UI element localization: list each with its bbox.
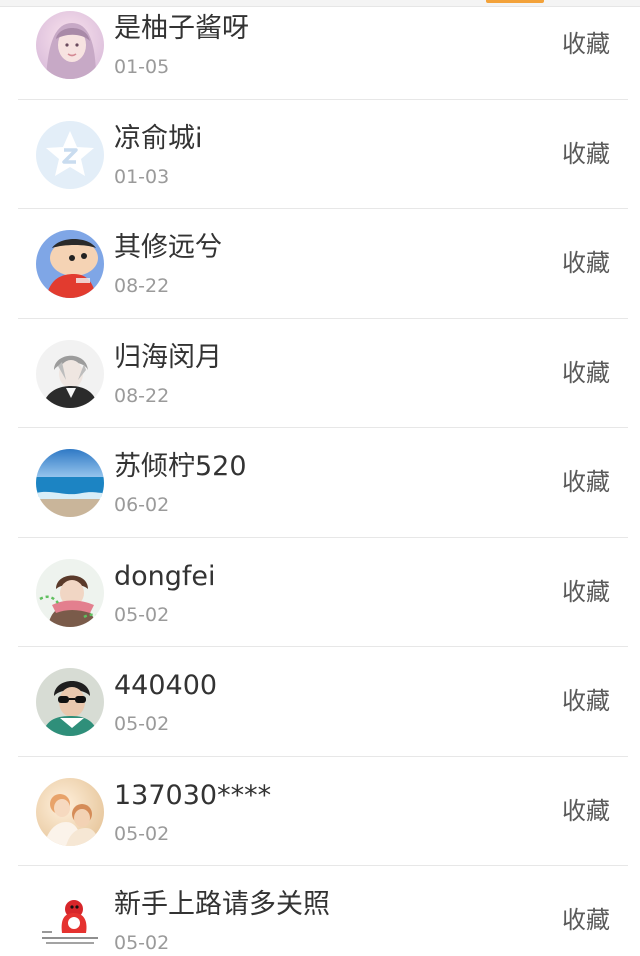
cartoon-boy-avatar-icon[interactable]	[36, 230, 104, 298]
man-sunglasses-avatar-icon[interactable]	[36, 668, 104, 736]
item-date: 01-05	[114, 56, 170, 78]
list-item[interactable]: 归海闵月 08-22 收藏	[0, 319, 640, 429]
user-name[interactable]: 其修远兮	[114, 231, 222, 265]
girl-portrait-avatar-icon[interactable]	[36, 11, 104, 79]
item-date: 06-02	[114, 494, 170, 516]
user-name[interactable]: 137030****	[114, 779, 271, 813]
item-date: 05-02	[114, 713, 170, 735]
boy-scarf-avatar-icon[interactable]	[36, 558, 104, 627]
list-item[interactable]: 苏倾柠520 06-02 收藏	[0, 428, 640, 538]
user-name[interactable]: dongfei	[114, 560, 216, 594]
list-item[interactable]: 440400 05-02 收藏	[0, 647, 640, 757]
favorite-button[interactable]: 收藏	[562, 28, 610, 60]
user-name[interactable]: 新手上路请多关照	[114, 888, 330, 922]
favorite-button[interactable]: 收藏	[562, 904, 610, 936]
list-item[interactable]: 其修远兮 08-22 收藏	[0, 209, 640, 319]
item-date: 08-22	[114, 384, 170, 407]
list-item[interactable]: 凉俞城i 01-03 收藏	[0, 100, 640, 210]
user-name[interactable]: 凉俞城i	[114, 122, 203, 156]
list-item[interactable]: 新手上路请多关照 05-02 收藏	[0, 866, 640, 956]
favorite-button[interactable]: 收藏	[562, 247, 610, 279]
couple-avatar-icon[interactable]	[36, 777, 104, 846]
list-item[interactable]: 是柚子酱呀 01-05 收藏	[0, 0, 640, 100]
user-name[interactable]: 440400	[114, 669, 217, 703]
user-list: 是柚子酱呀 01-05 收藏 凉俞城i 01-03 收藏 其修远兮 08-22 …	[0, 0, 640, 956]
list-item[interactable]: 137030**** 05-02 收藏	[0, 757, 640, 867]
item-date: 08-22	[114, 275, 170, 297]
sea-beach-avatar-icon[interactable]	[36, 449, 104, 517]
list-item[interactable]: dongfei 05-02 收藏	[0, 538, 640, 648]
user-name[interactable]: 是柚子酱呀	[114, 12, 249, 46]
item-date: 05-02	[114, 822, 170, 845]
favorite-button[interactable]: 收藏	[562, 357, 610, 389]
item-date: 05-02	[114, 932, 170, 954]
user-name[interactable]: 归海闵月	[114, 341, 222, 375]
default-star-avatar-icon[interactable]	[36, 120, 104, 189]
red-bird-avatar-icon[interactable]	[36, 887, 104, 955]
favorite-button[interactable]: 收藏	[562, 466, 610, 498]
item-date: 01-03	[114, 165, 170, 188]
favorite-button[interactable]: 收藏	[562, 685, 610, 717]
favorite-button[interactable]: 收藏	[562, 576, 610, 608]
item-date: 05-02	[114, 603, 170, 626]
user-name[interactable]: 苏倾柠520	[114, 450, 247, 484]
favorite-button[interactable]: 收藏	[562, 795, 610, 827]
anime-character-avatar-icon[interactable]	[36, 339, 104, 408]
favorite-button[interactable]: 收藏	[562, 138, 610, 170]
favorites-list-page: 是柚子酱呀 01-05 收藏 凉俞城i 01-03 收藏 其修远兮 08-22 …	[0, 0, 640, 956]
